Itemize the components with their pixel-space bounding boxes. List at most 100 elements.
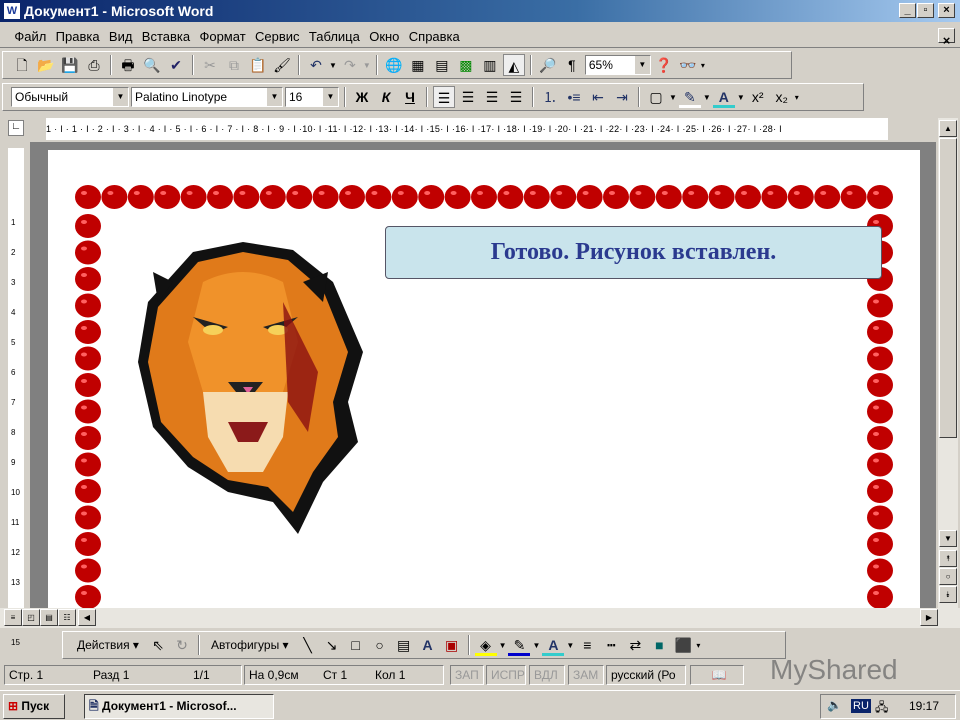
document-page[interactable]: Готово. Рисунок вставлен. — [48, 150, 920, 610]
taskbar-word-button[interactable]: 🗎 Документ1 - Microsof... — [84, 694, 274, 719]
callout-box[interactable]: Готово. Рисунок вставлен. — [385, 226, 882, 279]
menu-insert[interactable]: Вставка — [139, 24, 193, 44]
scroll-up-button[interactable]: ▲ — [939, 120, 957, 137]
tables-borders-icon[interactable]: ▦ — [407, 54, 429, 76]
help-icon[interactable]: ❓ — [653, 54, 675, 76]
select-browse-object-button[interactable]: ○ — [939, 568, 957, 585]
highlight-icon[interactable]: ✎ — [678, 86, 701, 108]
spelling-icon[interactable]: ✔ — [165, 54, 187, 76]
document-map-icon[interactable]: 🔎 — [537, 54, 559, 76]
start-button[interactable]: ⊞ Пуск — [3, 694, 65, 719]
insert-excel-icon[interactable]: ▩ — [455, 54, 477, 76]
text-box-icon[interactable]: ▤ — [393, 634, 415, 656]
zoom-select[interactable]: 65% ▼ — [584, 55, 651, 75]
fill-color-icon[interactable]: ◈ — [474, 634, 497, 656]
print-layout-button[interactable]: ▤ — [40, 609, 58, 626]
menu-edit[interactable]: Правка — [53, 24, 103, 44]
paste-icon[interactable]: 📋 — [247, 54, 269, 76]
menu-tools[interactable]: Сервис — [252, 24, 303, 44]
borders-icon[interactable]: ▢ — [645, 86, 667, 108]
columns-icon[interactable]: ▥ — [479, 54, 501, 76]
toolbar-options-icon[interactable]: ▾ — [696, 641, 700, 650]
volume-icon[interactable]: 🔈 — [827, 698, 842, 712]
font-color-icon[interactable]: A — [712, 86, 735, 108]
superscript-icon[interactable]: x² — [747, 86, 769, 108]
menu-window[interactable]: Окно — [366, 24, 402, 44]
spelling-status-icon[interactable]: 📖 — [690, 665, 744, 685]
doc-close-button[interactable]: × — [938, 28, 955, 47]
align-right-icon[interactable]: ☰ — [481, 86, 503, 108]
close-button[interactable]: × — [938, 3, 955, 18]
menu-format[interactable]: Формат — [196, 24, 248, 44]
permission-icon[interactable]: ⎙ — [83, 54, 105, 76]
style-select[interactable]: Обычный ▼ — [11, 87, 129, 107]
scroll-right-button[interactable]: ▶ — [920, 609, 938, 626]
numbering-icon[interactable]: ⒈ — [539, 86, 561, 108]
increase-indent-icon[interactable]: ⇥ — [611, 86, 633, 108]
hyperlink-icon[interactable]: 🌐 — [383, 54, 405, 76]
find-icon[interactable]: 👓 — [677, 54, 699, 76]
scroll-thumb[interactable] — [939, 138, 957, 438]
vertical-ruler[interactable]: 123456789101112131415 — [8, 148, 24, 647]
justify-icon[interactable]: ☰ — [505, 86, 527, 108]
clipart-icon[interactable]: ▣ — [441, 634, 463, 656]
dash-style-icon[interactable]: ┅ — [600, 634, 622, 656]
status-track-changes[interactable]: ИСПР — [486, 665, 526, 685]
rectangle-icon[interactable]: □ — [345, 634, 367, 656]
minimize-button[interactable]: _ — [899, 3, 916, 18]
line-icon[interactable]: ╲ — [297, 634, 319, 656]
autoshapes-menu[interactable]: Автофигуры ▾ — [205, 638, 295, 652]
oval-icon[interactable]: ○ — [369, 634, 391, 656]
status-extend[interactable]: ВДЛ — [529, 665, 565, 685]
align-left-icon[interactable]: ☰ — [433, 86, 455, 108]
menu-view[interactable]: Вид — [106, 24, 136, 44]
outline-view-button[interactable]: ☷ — [58, 609, 76, 626]
open-folder-icon[interactable]: 📂 — [35, 54, 57, 76]
line-style-icon[interactable]: ≡ — [576, 634, 598, 656]
italic-button[interactable]: К — [375, 86, 397, 108]
maximize-button[interactable]: ▫ — [917, 3, 934, 18]
insert-table-icon[interactable]: ▤ — [431, 54, 453, 76]
shadow-icon[interactable]: ■ — [648, 634, 670, 656]
save-icon[interactable]: 💾 — [59, 54, 81, 76]
drawing-icon[interactable]: ◭ — [502, 54, 525, 76]
show-formatting-icon[interactable]: ¶ — [561, 54, 583, 76]
print-icon[interactable]: 🖶 — [117, 54, 139, 76]
print-preview-icon[interactable]: 🔍 — [141, 54, 163, 76]
3d-icon[interactable]: ⬛ — [672, 634, 694, 656]
tab-selector[interactable]: ∟ — [8, 120, 24, 136]
lion-clipart[interactable] — [133, 242, 368, 534]
scroll-down-button[interactable]: ▼ — [939, 530, 957, 547]
subscript-icon[interactable]: x₂ — [771, 86, 793, 108]
format-painter-icon[interactable]: 🖌 — [271, 54, 293, 76]
language-indicator[interactable]: RU — [851, 699, 871, 713]
font-color-icon[interactable]: A — [542, 634, 565, 656]
status-language[interactable]: русский (Ро — [606, 665, 686, 685]
bullets-icon[interactable]: •≡ — [563, 86, 585, 108]
font-size-select[interactable]: 16 ▼ — [285, 87, 339, 107]
toolbar-options-icon[interactable]: ▾ — [795, 93, 799, 102]
cut-icon[interactable]: ✂ — [199, 54, 221, 76]
new-document-icon[interactable]: 🗋 — [11, 54, 33, 76]
underline-button[interactable]: Ч — [399, 86, 421, 108]
wordart-icon[interactable]: A — [417, 634, 439, 656]
network-icon[interactable]: 🖧 — [875, 698, 888, 719]
copy-icon[interactable]: ⧉ — [223, 54, 245, 76]
next-page-button[interactable]: ⯯ — [939, 586, 957, 603]
bold-button[interactable]: Ж — [351, 86, 373, 108]
status-rec[interactable]: ЗАП — [450, 665, 484, 685]
normal-view-button[interactable]: ≡ — [4, 609, 22, 626]
line-color-icon[interactable]: ✎ — [508, 634, 531, 656]
undo-icon[interactable]: ↶ — [305, 54, 327, 76]
actions-menu[interactable]: Действия ▾ — [71, 638, 145, 652]
menu-help[interactable]: Справка — [406, 24, 463, 44]
vertical-scrollbar[interactable]: ▲ ▼ ⯭ ○ ⯯ — [938, 118, 958, 608]
arrow-icon[interactable]: ↘ — [321, 634, 343, 656]
redo-icon[interactable]: ↷ — [339, 54, 361, 76]
horizontal-ruler[interactable]: 1 · I · 1 · I · 2 · I · 3 · I · 4 · I · … — [46, 118, 888, 140]
status-overtype[interactable]: ЗАМ — [568, 665, 604, 685]
horizontal-scrollbar[interactable]: ≡ ◰ ▤ ☷ ◀ ▶ — [0, 608, 960, 628]
scroll-left-button[interactable]: ◀ — [78, 609, 96, 626]
menu-table[interactable]: Таблица — [306, 24, 363, 44]
font-select[interactable]: Palatino Linotype ▼ — [131, 87, 283, 107]
